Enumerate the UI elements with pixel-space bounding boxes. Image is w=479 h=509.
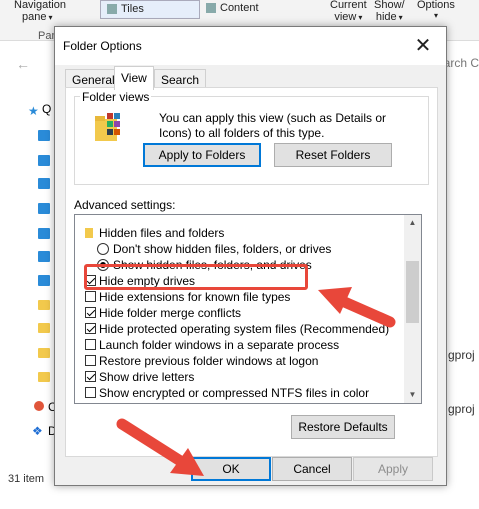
- annotation-arrow-icon: [116, 418, 204, 476]
- annotation-arrow-icon: [318, 287, 396, 328]
- annotation-arrows: [116, 287, 396, 476]
